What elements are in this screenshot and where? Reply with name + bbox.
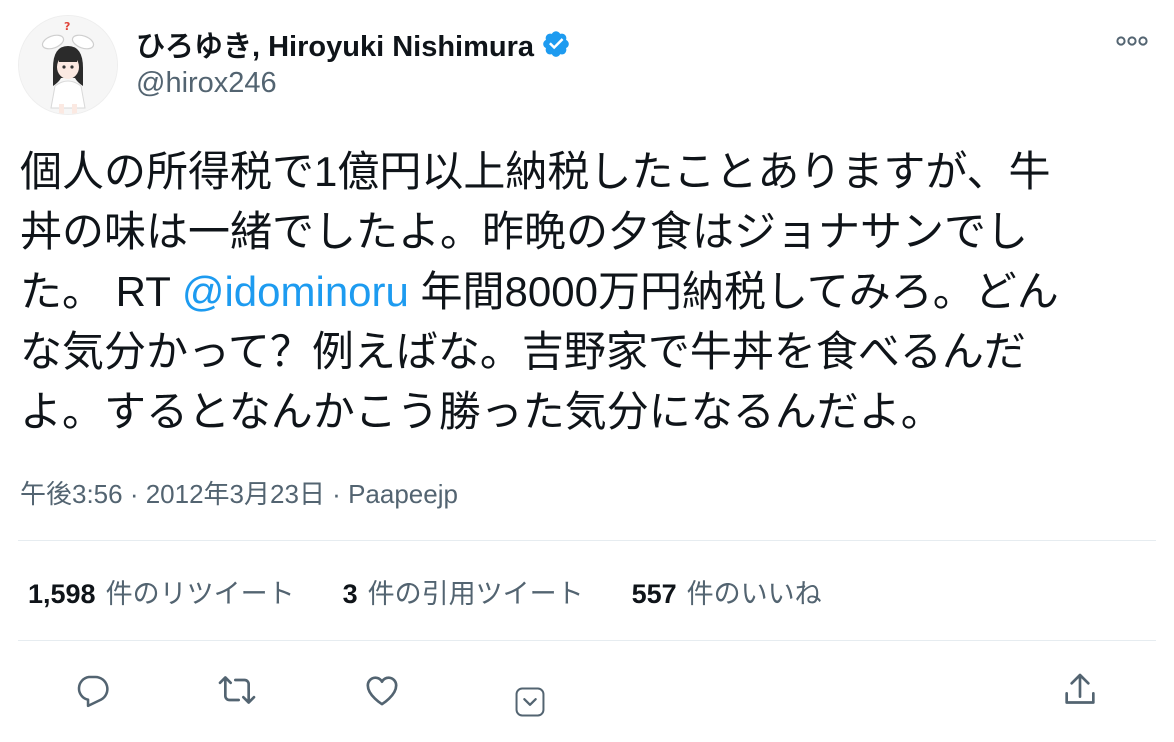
tweet-text-line: た。 RT @idominoru 年間8000万円納税してみろ。どん — [20, 262, 1160, 322]
quote-count: 3 — [342, 578, 358, 609]
like-button[interactable] — [360, 668, 404, 712]
author-name-row[interactable]: ひろゆき, Hiroyuki Nishimura — [136, 23, 571, 65]
chevron-down-box-icon — [515, 687, 545, 717]
tweet-meta: 午後3:56 · 2012年3月23日 · Paapeejp — [20, 474, 458, 511]
retweet-button[interactable] — [215, 668, 259, 712]
tweet-text-segment: 年間8000万円納税してみろ。どん — [408, 268, 1059, 315]
avatar[interactable]: ? — [18, 15, 118, 115]
more-actions-button[interactable] — [508, 680, 552, 724]
tweet-card: ? ひろゆき, Hiroyuki Nishimura @hirox246 個人の… — [0, 0, 1174, 742]
reply-button[interactable] — [70, 668, 114, 712]
quote-count-label: 件の引用ツイート — [367, 578, 584, 609]
retweet-count-stat[interactable]: 1,598 件のリツイート — [28, 572, 295, 611]
tweet-text-line: 個人の所得税で1億円以上納税したことありますが、牛 — [20, 142, 1160, 202]
author-handle[interactable]: @hirox246 — [136, 67, 277, 100]
retweet-icon — [218, 676, 256, 704]
tweet-text-segment: な気分かって？例えばな。吉野家で牛丼を食べるんだ — [20, 328, 1026, 375]
tweet-time[interactable]: 午後3:56 — [20, 479, 123, 509]
author-display-name[interactable]: ひろゆき, Hiroyuki Nishimura — [136, 23, 534, 65]
tweet-text-segment: 丼の味は一緒でしたよ。昨晩の夕食はジョナサンでし — [20, 208, 1029, 255]
meta-separator: · — [122, 479, 146, 509]
meta-separator: · — [324, 479, 349, 509]
divider — [18, 640, 1156, 641]
tweet-text-segment: よ。するとなんかこう勝った気分になるんだよ。 — [20, 388, 943, 435]
tweet-text: 個人の所得税で1億円以上納税したことありますが、牛 丼の味は一緒でしたよ。昨晩の… — [20, 142, 1160, 442]
like-count: 557 — [631, 578, 677, 609]
tweet-text-segment: た。 RT — [20, 268, 182, 315]
share-button[interactable] — [1058, 668, 1102, 712]
tweet-text-segment: 個人の所得税で1億円以上納税したことありますが、牛 — [20, 148, 1051, 195]
tweet-text-line: 丼の味は一緒でしたよ。昨晩の夕食はジョナサンでし — [20, 202, 1160, 262]
mention-link[interactable]: @idominoru — [182, 268, 409, 315]
verified-badge-icon — [543, 31, 569, 57]
reply-icon — [77, 675, 109, 708]
more-options-icon[interactable] — [1112, 28, 1152, 54]
divider — [18, 540, 1156, 541]
like-count-stat[interactable]: 557 件のいいね — [632, 572, 822, 611]
quote-count-stat[interactable]: 3 件の引用ツイート — [343, 572, 584, 611]
heart-icon — [366, 676, 398, 706]
share-icon — [1065, 673, 1095, 704]
retweet-count: 1,598 — [28, 578, 96, 609]
avatar-image: ? — [19, 16, 117, 114]
like-count-label: 件のいいね — [686, 578, 822, 609]
tweet-date[interactable]: 2012年3月23日 — [146, 479, 325, 509]
tweet-text-line: よ。するとなんかこう勝った気分になるんだよ。 — [20, 382, 1160, 442]
retweet-count-label: 件のリツイート — [105, 578, 295, 609]
tweet-stats: 1,598 件のリツイート 3 件の引用ツイート 557 件のいいね — [28, 568, 870, 614]
tweet-text-line: な気分かって？例えばな。吉野家で牛丼を食べるんだ — [20, 322, 1160, 382]
svg-text:?: ? — [64, 20, 70, 33]
tweet-source[interactable]: Paapeejp — [348, 479, 458, 509]
